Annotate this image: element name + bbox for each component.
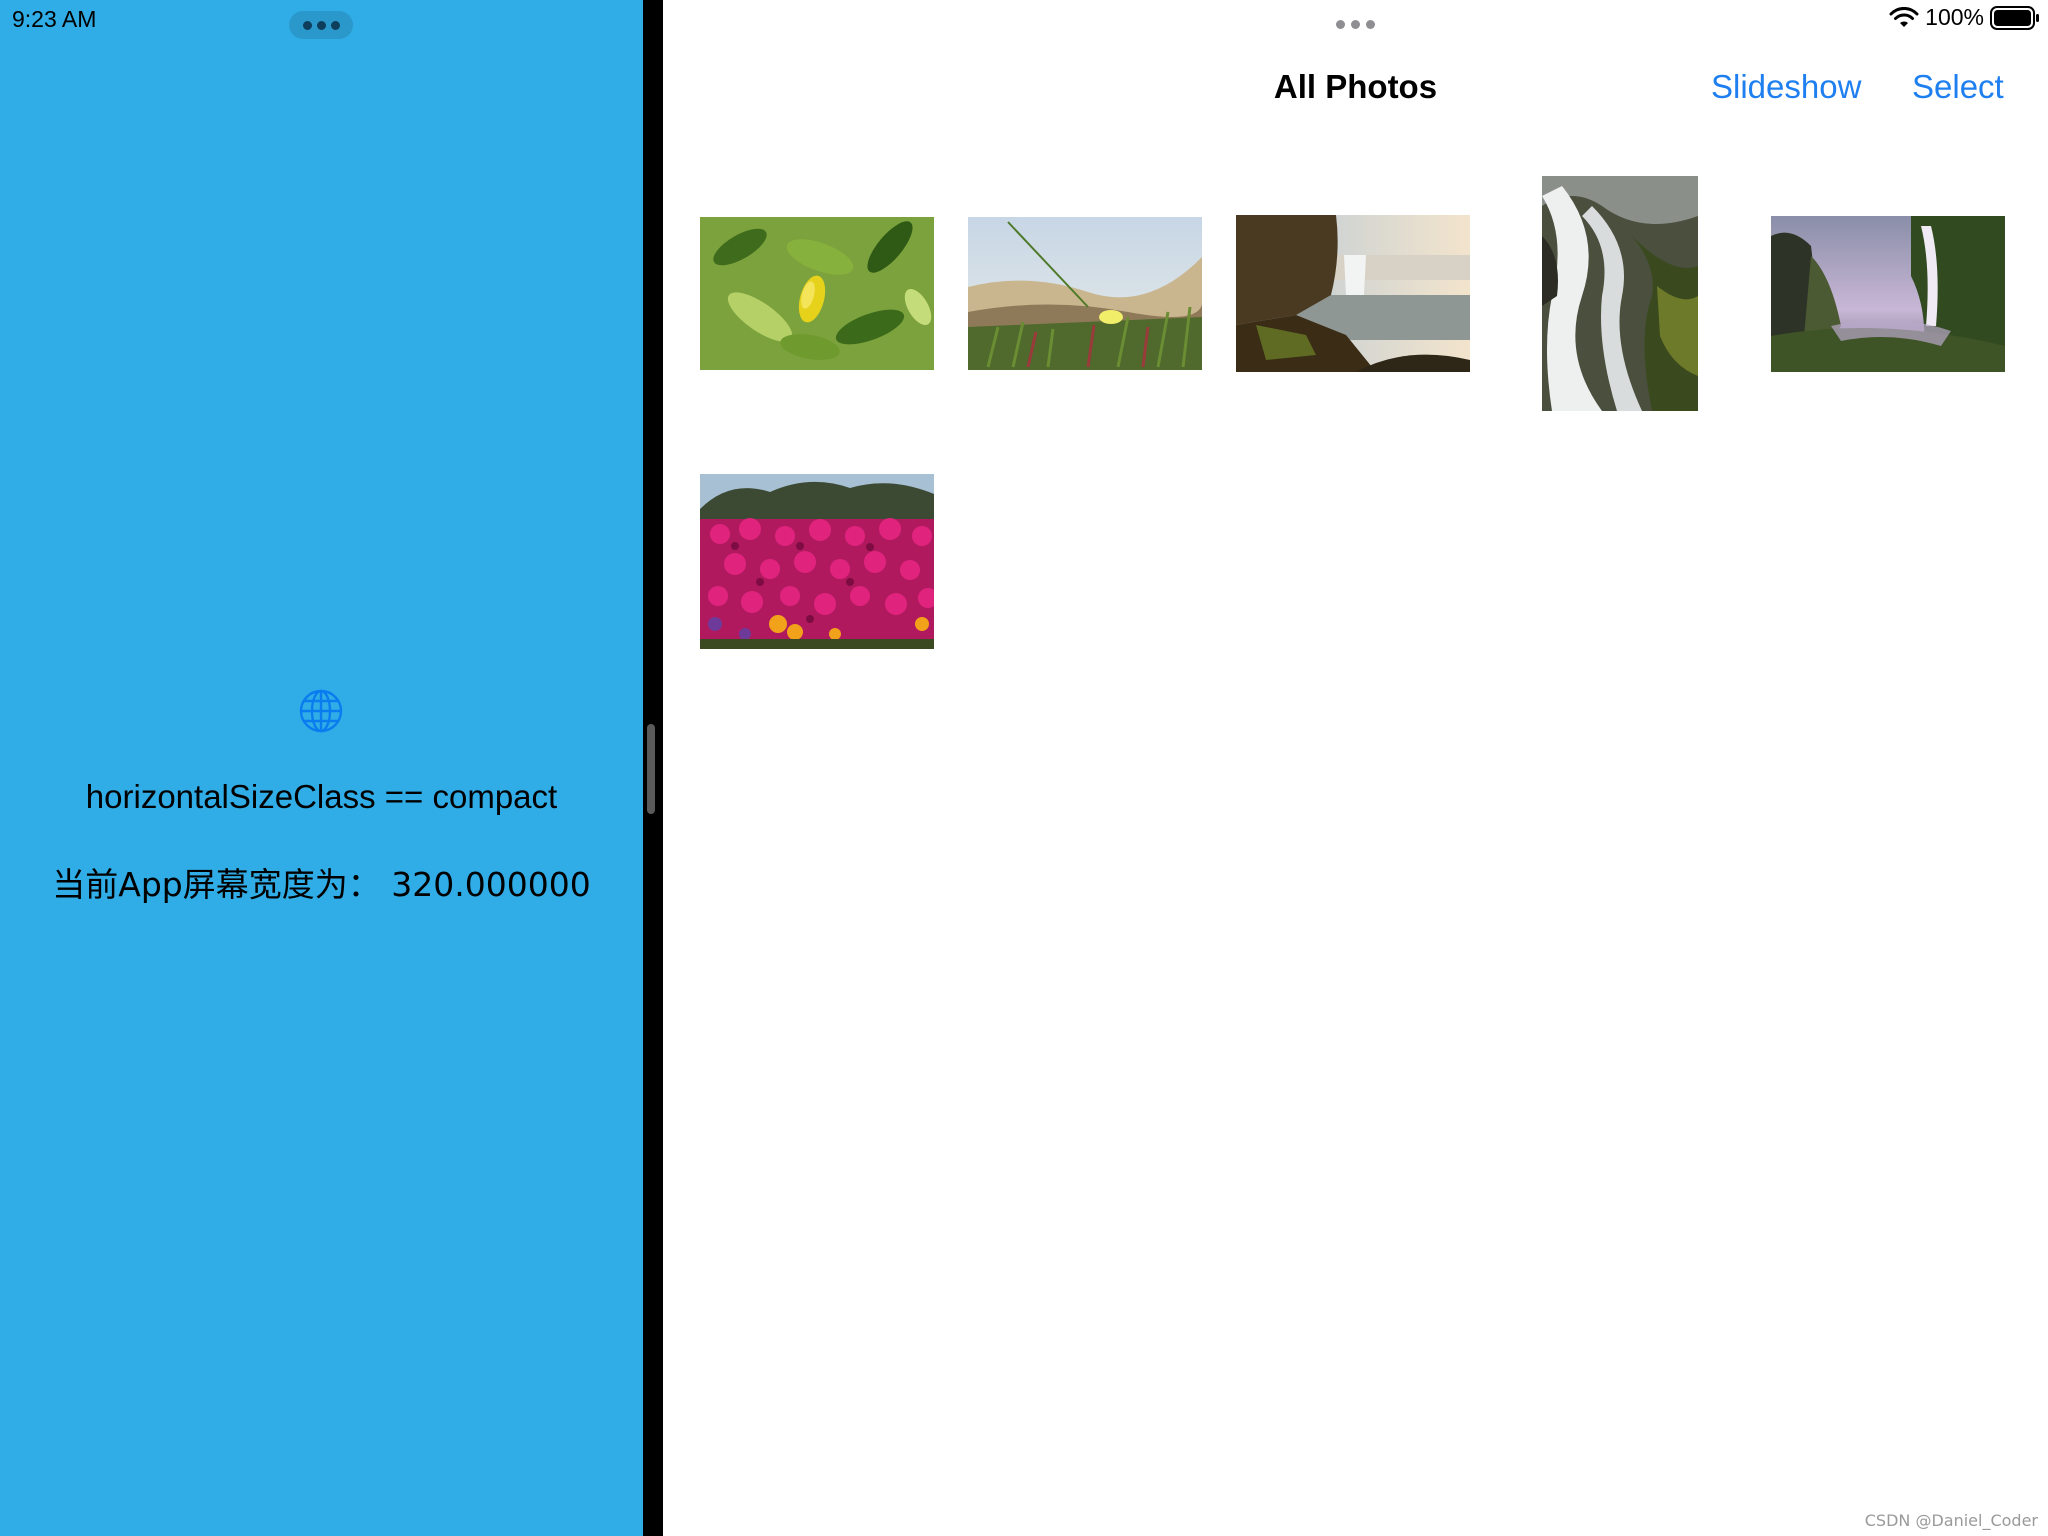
waterfall-coast-image [1236, 215, 1470, 372]
select-button[interactable]: Select [1912, 68, 2004, 106]
photo-thumbnail[interactable] [1236, 215, 1470, 372]
status-bar-right: 100% [1889, 4, 2040, 31]
wifi-icon [1889, 6, 1919, 27]
beach-grass-image [968, 217, 1202, 370]
multitasking-menu-button[interactable] [1336, 20, 1375, 29]
photo-thumbnail[interactable] [700, 474, 934, 649]
left-app-pane: 9:23 AM horizontalSizeClass == compact 当… [0, 0, 643, 1536]
size-class-label: horizontalSizeClass == compact [85, 778, 558, 815]
lemon-leaves-image [700, 217, 934, 370]
globe-icon [299, 689, 343, 733]
photo-thumbnail[interactable] [700, 217, 934, 370]
watermark: CSDN @Daniel_Coder [1864, 1511, 2038, 1530]
multitask-dot [330, 20, 340, 30]
pink-flowers-image [700, 474, 934, 649]
photos-app-pane: 100% All Photos Slideshow Select [663, 0, 2048, 1536]
battery-icon [1990, 5, 2039, 30]
photo-thumbnail[interactable] [1542, 176, 1698, 411]
battery-percent: 100% [1925, 4, 1984, 30]
waterfall-cliff-image [1771, 216, 2005, 372]
multitask-dot [302, 20, 312, 30]
photo-thumbnail[interactable] [1771, 216, 2005, 372]
photo-thumbnail[interactable] [968, 217, 1202, 370]
waterfall-rocks-image [1542, 176, 1698, 411]
multitask-dot [1366, 20, 1375, 29]
multitask-dot [1351, 20, 1360, 29]
screen-width-label: 当前App屏幕宽度为： 320.000000 [52, 865, 591, 904]
slideshow-button[interactable]: Slideshow [1711, 68, 1861, 106]
status-time: 9:23 AM [12, 6, 97, 32]
multitask-dot [1336, 20, 1345, 29]
multitask-dot [316, 20, 326, 30]
split-view-resize-handle[interactable] [647, 724, 655, 814]
multitasking-menu-button[interactable] [289, 11, 353, 39]
